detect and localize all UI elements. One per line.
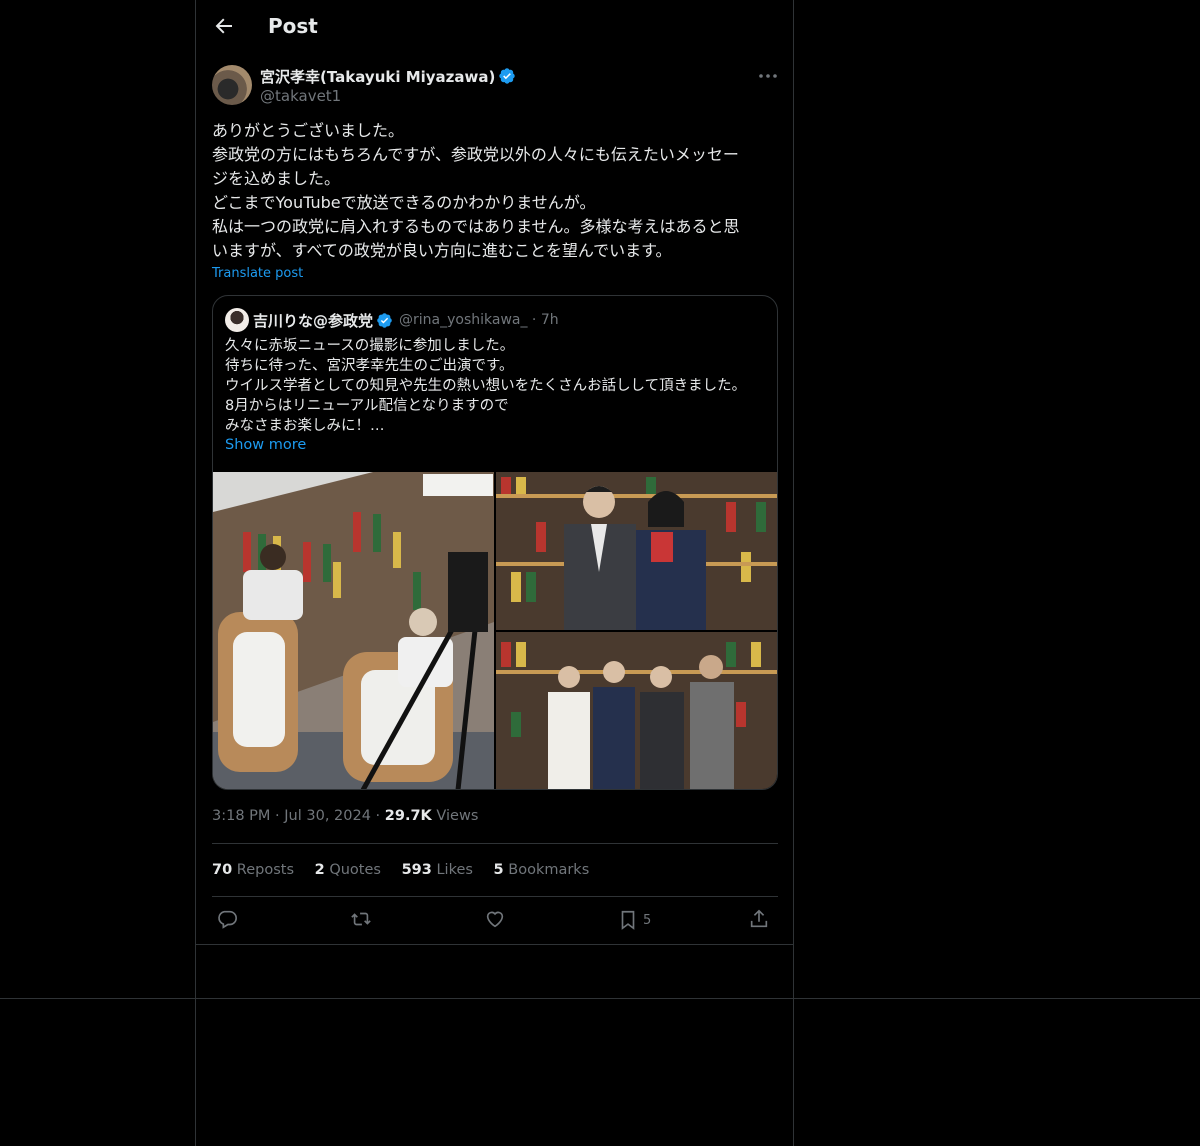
bookmark-button[interactable]: 5 xyxy=(617,908,651,932)
back-arrow-icon[interactable] xyxy=(212,14,236,38)
quotes-label: Quotes xyxy=(329,862,381,878)
quoted-text: 久々に赤坂ニュースの撮影に参加しました。 待ちに待った、宮沢孝幸先生のご出演です… xyxy=(225,338,747,434)
quoted-photo-2[interactable] xyxy=(496,472,777,630)
quoted-handle-and-age: @rina_yoshikawa_ · 7h xyxy=(399,312,559,328)
likes-count: 593 xyxy=(401,862,432,878)
reposts-stat[interactable]: 70 Reposts xyxy=(212,862,294,878)
heart-icon xyxy=(486,911,504,928)
page-title: Post xyxy=(268,14,318,38)
post-column: Post 宮沢孝幸(Takayuki Miyazawa) @takavet1 あ… xyxy=(195,0,794,1146)
quotes-stat[interactable]: 2 Quotes xyxy=(315,862,381,878)
more-options-icon[interactable] xyxy=(756,64,780,88)
quotes-count: 2 xyxy=(314,862,325,878)
quoted-author-name-text: 吉川りな@参政党 xyxy=(253,312,374,330)
verified-badge-icon xyxy=(499,68,516,84)
post-date[interactable]: Jul 30, 2024 xyxy=(284,808,371,824)
post-stats: 70 Reposts 2 Quotes 593 Likes 5 Bookmark… xyxy=(212,862,605,878)
bookmarks-count: 5 xyxy=(493,862,504,878)
author-name[interactable]: 宮沢孝幸(Takayuki Miyazawa) xyxy=(260,66,516,87)
share-button[interactable] xyxy=(748,908,770,932)
page-divider xyxy=(0,998,1200,999)
repost-button[interactable] xyxy=(350,908,372,932)
reply-button[interactable] xyxy=(216,908,238,932)
author-name-text[interactable]: 宮沢孝幸(Takayuki Miyazawa) xyxy=(260,68,495,86)
post-actions: 5 xyxy=(212,908,778,936)
divider xyxy=(212,843,778,844)
bookmark-count: 5 xyxy=(643,912,652,928)
reposts-label: Reposts xyxy=(236,862,295,878)
divider xyxy=(196,944,793,945)
repost-icon xyxy=(351,912,371,926)
like-button[interactable] xyxy=(484,908,506,932)
reply-icon xyxy=(218,910,237,929)
post-time[interactable]: 3:18 PM xyxy=(212,808,270,824)
post-meta: 3:18 PM · Jul 30, 2024 · 29.7K Views xyxy=(212,808,479,824)
bookmark-icon xyxy=(621,910,635,930)
post-text: ありがとうございました。 参政党の方にはもちろんですが、参政党以外の人々にも伝え… xyxy=(212,121,740,260)
share-icon xyxy=(750,909,768,928)
post-header: Post xyxy=(196,0,793,55)
quoted-photo-3[interactable] xyxy=(496,632,777,789)
quoted-post[interactable]: 吉川りな@参政党 @rina_yoshikawa_ · 7h 久々に赤坂ニュース… xyxy=(212,295,778,790)
views-count: 29.7K xyxy=(384,808,432,824)
author-avatar[interactable] xyxy=(212,65,252,105)
translate-post-link[interactable]: Translate post xyxy=(212,266,303,281)
quoted-age: 7h xyxy=(540,312,559,328)
likes-stat[interactable]: 593 Likes xyxy=(402,862,473,878)
views-label: Views xyxy=(436,808,479,824)
quoted-avatar xyxy=(225,308,249,332)
likes-label: Likes xyxy=(436,862,473,878)
divider xyxy=(212,896,778,897)
bookmarks-stat[interactable]: 5 Bookmarks xyxy=(494,862,590,878)
bookmarks-label: Bookmarks xyxy=(508,862,590,878)
quoted-author-name: 吉川りな@参政党 xyxy=(253,310,393,331)
quoted-photo-1[interactable] xyxy=(213,472,494,789)
quoted-handle: @rina_yoshikawa_ xyxy=(399,312,528,328)
show-more-link[interactable]: Show more xyxy=(225,437,306,453)
quoted-verified-badge-icon xyxy=(377,313,392,328)
author-handle[interactable]: @takavet1 xyxy=(260,87,341,105)
reposts-count: 70 xyxy=(212,862,233,878)
